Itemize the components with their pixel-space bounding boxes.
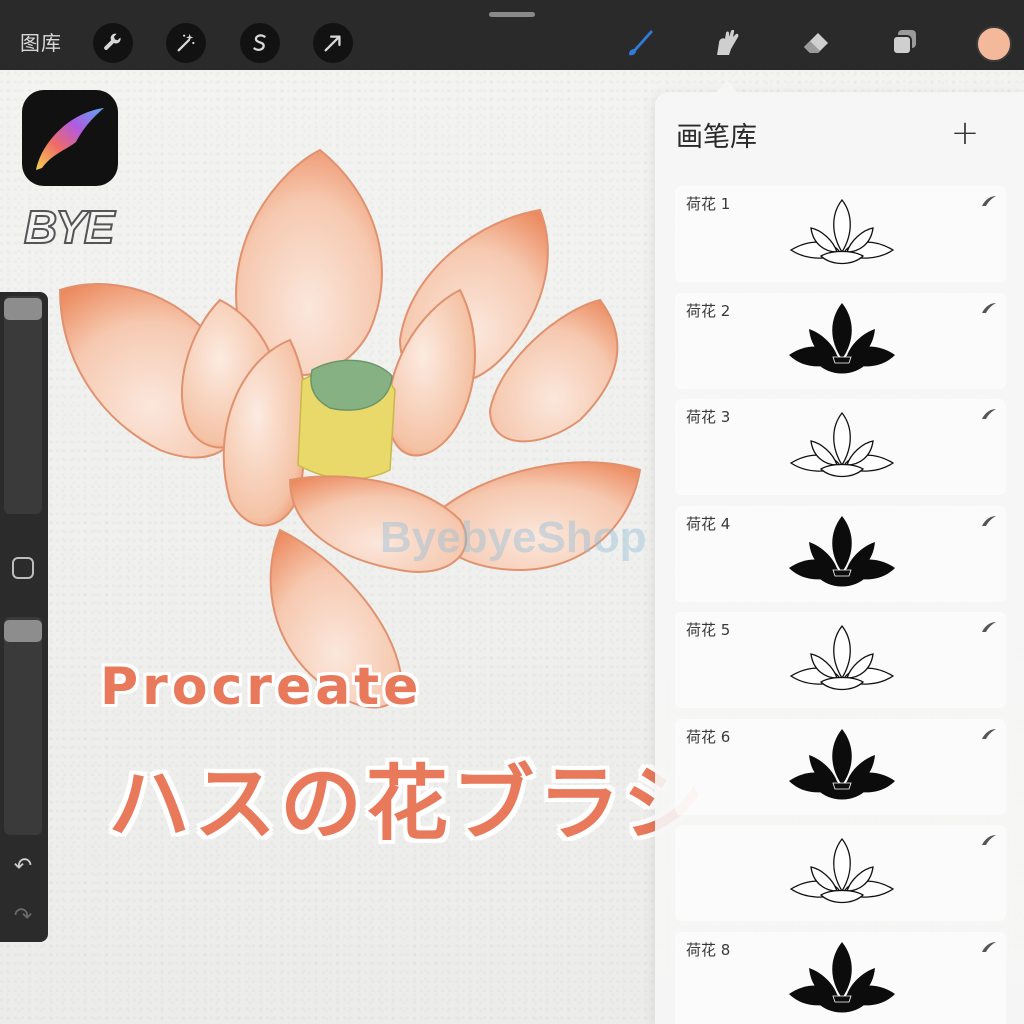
brush-item[interactable]: 荷花 8 bbox=[675, 931, 1006, 1024]
panel-pointer bbox=[715, 80, 739, 94]
smudge-icon[interactable] bbox=[706, 22, 746, 62]
headline-procreate: Procreate bbox=[100, 657, 423, 717]
brush-name: 荷花 1 bbox=[686, 195, 731, 213]
magic-wand-icon[interactable] bbox=[166, 23, 206, 63]
brush-stroke-preview bbox=[789, 198, 895, 265]
brush-stroke-preview bbox=[789, 411, 895, 478]
brush-stroke-preview bbox=[789, 941, 895, 1012]
brush-item[interactable]: 荷花 5 bbox=[675, 612, 1006, 708]
brush-name: 荷花 6 bbox=[686, 727, 731, 746]
selection-icon[interactable] bbox=[240, 23, 280, 63]
brush-item[interactable] bbox=[675, 825, 1006, 921]
brush-item[interactable]: 荷花 4 bbox=[675, 505, 1006, 602]
brush-stroke-icon bbox=[982, 196, 996, 206]
brand-logo: BYE bbox=[23, 201, 116, 253]
brush-stroke-icon bbox=[982, 728, 996, 739]
brush-name: 荷花 3 bbox=[686, 408, 731, 426]
brush-stroke-icon bbox=[982, 409, 996, 419]
brush-item[interactable]: 荷花 3 bbox=[675, 399, 1006, 495]
brush-stroke-icon bbox=[982, 302, 996, 313]
brush-stroke-icon bbox=[982, 835, 996, 845]
brush-item[interactable]: 荷花 2 bbox=[675, 292, 1006, 389]
top-toolbar: 图库 bbox=[0, 0, 1024, 70]
brush-stroke-preview bbox=[789, 728, 895, 799]
opacity-thumb[interactable] bbox=[4, 620, 42, 642]
brush-name: 荷花 8 bbox=[686, 940, 731, 959]
eraser-icon[interactable] bbox=[797, 22, 837, 62]
brush-name: 荷花 5 bbox=[686, 621, 731, 639]
add-brush-button[interactable]: + bbox=[948, 116, 982, 150]
transform-arrow-icon[interactable] bbox=[313, 23, 353, 63]
brush-size-thumb[interactable] bbox=[4, 298, 42, 320]
brush-name: 荷花 4 bbox=[686, 514, 731, 533]
brush-stroke-icon bbox=[982, 622, 996, 632]
brush-stroke-icon bbox=[982, 941, 996, 952]
procreate-app-icon bbox=[22, 90, 118, 186]
layers-icon[interactable] bbox=[885, 22, 925, 62]
brush-stroke-icon bbox=[982, 515, 996, 526]
brush-library-title: 画笔库 bbox=[676, 122, 757, 153]
opacity-slider[interactable] bbox=[4, 617, 42, 835]
modify-button[interactable] bbox=[12, 557, 34, 579]
headline-lotus-brush: ハスの花ブラシ bbox=[108, 757, 709, 852]
brush-stroke-preview bbox=[789, 302, 895, 373]
brush-icon[interactable] bbox=[620, 22, 660, 62]
watermark: ByebyeShop bbox=[380, 513, 647, 562]
brush-item[interactable]: 荷花 6 bbox=[675, 718, 1006, 815]
brush-size-slider[interactable] bbox=[4, 296, 42, 514]
brush-stroke-preview bbox=[789, 515, 895, 586]
brush-item[interactable]: 荷花 1 bbox=[675, 186, 1006, 282]
wrench-icon[interactable] bbox=[93, 23, 133, 63]
redo-icon[interactable]: ↷ bbox=[8, 904, 38, 930]
brush-name: 荷花 2 bbox=[686, 301, 731, 320]
undo-icon[interactable]: ↶ bbox=[8, 854, 38, 880]
left-sidebar: ↶ ↷ bbox=[0, 292, 48, 942]
brush-stroke-preview bbox=[789, 624, 895, 691]
color-picker-swatch[interactable] bbox=[976, 26, 1012, 62]
drag-handle[interactable] bbox=[489, 12, 535, 17]
gallery-button[interactable]: 图库 bbox=[20, 31, 62, 55]
brush-stroke-preview bbox=[789, 837, 895, 904]
